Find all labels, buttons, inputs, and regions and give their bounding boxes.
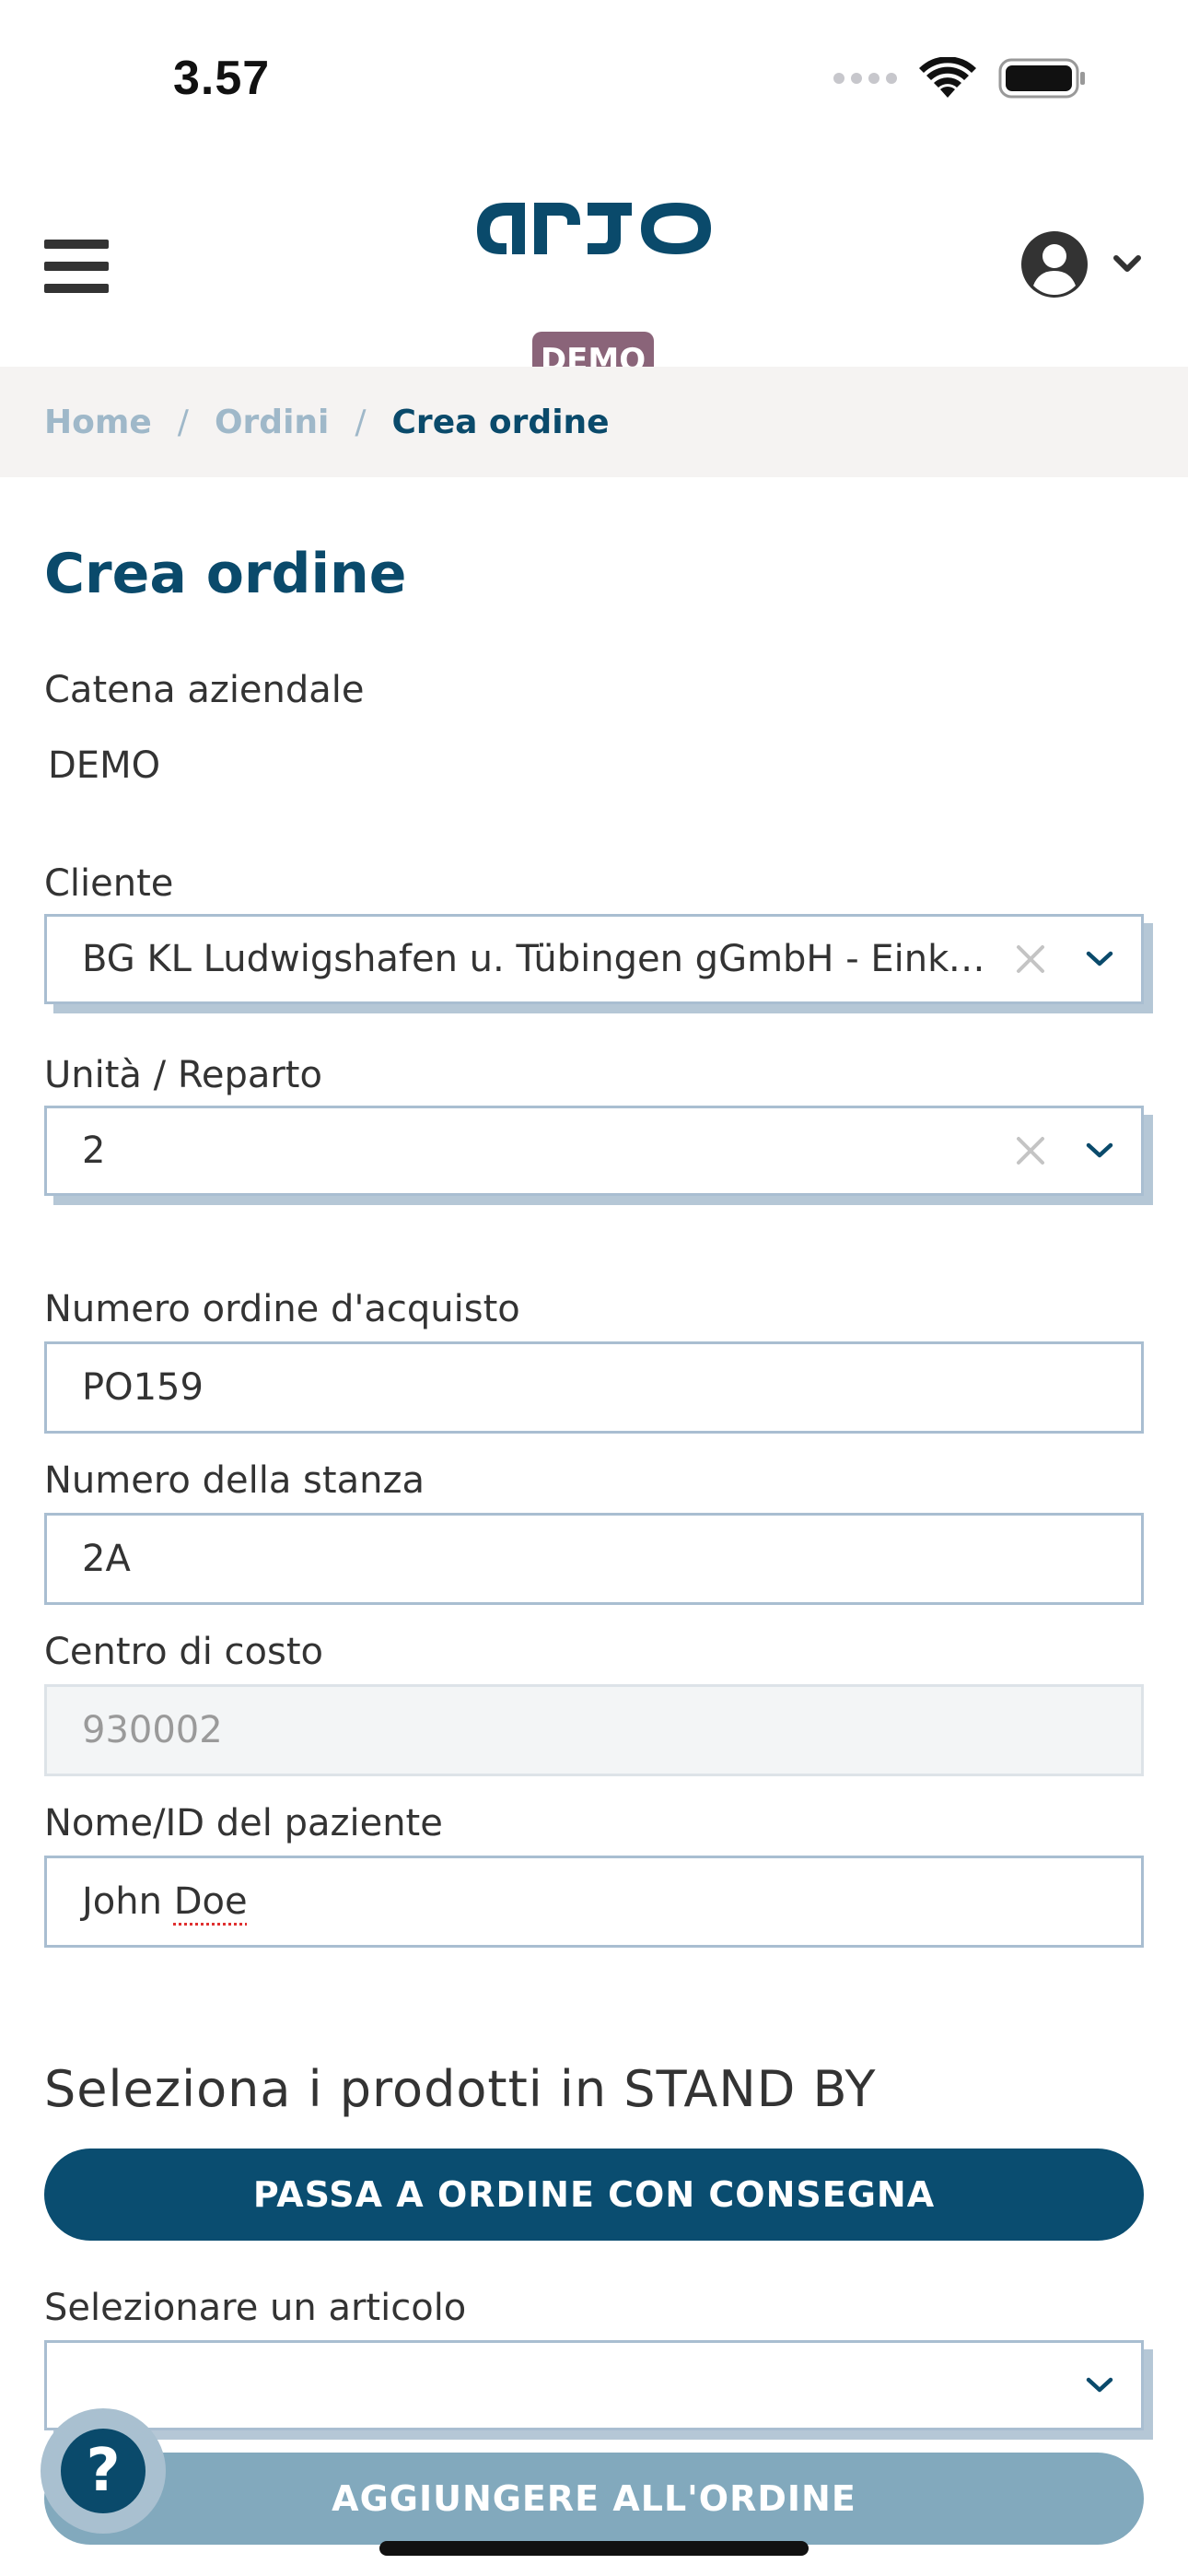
arjo-logo-mark [477, 203, 711, 254]
breadcrumb-separator: / [355, 403, 367, 441]
cellular-signal-icon [833, 73, 897, 84]
patient-input[interactable]: John Doe [44, 1856, 1144, 1948]
clear-icon[interactable] [1003, 1123, 1058, 1178]
help-button[interactable]: ? [41, 2408, 166, 2534]
battery-icon [998, 57, 1087, 100]
status-icons [833, 57, 1087, 100]
user-avatar-icon [1021, 231, 1088, 298]
add-to-order-button[interactable]: AGGIUNGERE ALL'ORDINE [44, 2453, 1144, 2545]
company-chain-label: Catena aziendale [44, 669, 365, 711]
customer-select[interactable]: BG KL Ludwigshafen u. Tübingen gGmbH - E… [44, 914, 1144, 1004]
user-menu[interactable] [1020, 230, 1142, 299]
chevron-down-icon [1113, 255, 1141, 272]
status-time: 3.57 [173, 52, 271, 105]
page-title: Crea ordine [44, 542, 407, 606]
clear-icon[interactable] [1003, 931, 1058, 987]
customer-label: Cliente [44, 862, 174, 905]
breadcrumb: Home / Ordini / Crea ordine [0, 367, 1188, 477]
cost-center-input [44, 1684, 1144, 1776]
home-indicator [379, 2541, 809, 2556]
breadcrumb-home-link[interactable]: Home [44, 404, 152, 441]
arjo-logo[interactable]: DEMO [470, 193, 718, 389]
article-label: Selezionare un articolo [44, 2287, 467, 2329]
patient-first-name: John [82, 1880, 162, 1923]
standby-section-title: Seleziona i prodotti in STAND BY [44, 2060, 877, 2118]
unit-select[interactable]: 2 [44, 1106, 1144, 1196]
switch-to-delivery-order-button[interactable]: PASSA A ORDINE CON CONSEGNA [44, 2149, 1144, 2241]
unit-label: Unità / Reparto [44, 1054, 322, 1096]
breadcrumb-current: Crea ordine [391, 403, 610, 441]
question-mark-icon: ? [61, 2429, 146, 2513]
unit-select-value: 2 [82, 1130, 106, 1172]
customer-select-value: BG KL Ludwigshafen u. Tübingen gGmbH - E… [82, 938, 994, 980]
po-number-input[interactable] [44, 1341, 1144, 1434]
hamburger-menu-icon[interactable] [44, 240, 109, 293]
article-select[interactable] [44, 2340, 1144, 2430]
wifi-icon [919, 57, 976, 100]
patient-label: Nome/ID del paziente [44, 1802, 443, 1844]
chevron-down-icon[interactable] [1058, 2358, 1141, 2413]
app-header: DEMO [0, 138, 1188, 389]
chevron-down-icon[interactable] [1058, 1123, 1141, 1178]
room-number-input[interactable] [44, 1513, 1144, 1605]
company-chain-value: DEMO [48, 744, 161, 787]
room-number-label: Numero della stanza [44, 1459, 425, 1502]
cost-center-label: Centro di costo [44, 1631, 324, 1673]
status-bar: 3.57 [0, 0, 1188, 138]
breadcrumb-separator: / [177, 403, 189, 441]
chevron-down-icon[interactable] [1058, 931, 1141, 987]
breadcrumb-orders-link[interactable]: Ordini [215, 404, 329, 441]
po-number-label: Numero ordine d'acquisto [44, 1288, 520, 1330]
patient-last-name: Doe [173, 1880, 248, 1923]
